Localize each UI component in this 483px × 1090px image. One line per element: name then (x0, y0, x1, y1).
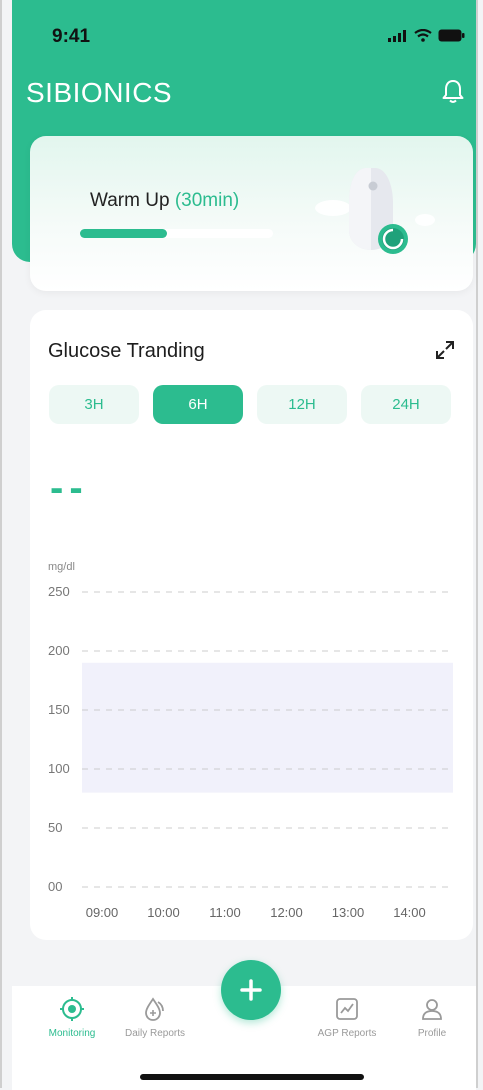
glucose-title: Glucose Tranding (48, 340, 205, 362)
x-tick-label: 12:00 (270, 905, 303, 920)
tab-6h[interactable]: 6H (153, 385, 243, 424)
expand-icon[interactable] (435, 340, 455, 365)
chart-line-icon (336, 998, 358, 1020)
target-range-band (82, 662, 453, 793)
target-icon (60, 997, 84, 1021)
x-tick-label: 09:00 (86, 905, 119, 920)
nav-item-monitoring[interactable]: Monitoring (32, 996, 112, 1039)
current-glucose-value: -- (50, 466, 89, 510)
warm-up-card: Warm Up (30min) (30, 136, 473, 291)
nav-item-daily-reports[interactable]: Daily Reports (115, 996, 195, 1039)
x-tick-label: 11:00 (209, 905, 241, 920)
add-button[interactable] (221, 960, 281, 1020)
nav-label-agp-reports: AGP Reports (317, 1028, 377, 1039)
wifi-icon (414, 29, 432, 42)
glucose-chart: mg/dl 250 200 150 100 50 00 09:00 10:00 11:00 12:0… (48, 561, 453, 920)
warm-up-text: Warm Up (90, 190, 170, 211)
y-tick-label: 50 (48, 820, 62, 835)
x-tick-label: 14:00 (393, 905, 426, 920)
tab-12h[interactable]: 12H (257, 385, 347, 424)
tab-3h[interactable]: 3H (49, 385, 139, 424)
x-tick-label: 10:00 (147, 905, 180, 920)
cellular-signal-icon (388, 29, 406, 42)
status-icons (388, 29, 465, 42)
battery-icon (438, 29, 465, 42)
app-title: SIBIONICS (26, 77, 173, 108)
time-range-tabs: 3H 6H 12H 24H (49, 385, 451, 424)
y-tick-label: 250 (48, 584, 70, 599)
warm-up-duration: (30min) (174, 190, 240, 211)
glucose-trend-card: Glucose Tranding 3H 6H 12H 24H -- mg/dl 2… (30, 310, 473, 940)
y-tick-label: 100 (48, 761, 70, 776)
plus-icon (240, 979, 262, 1001)
y-tick-label: 200 (48, 643, 70, 658)
nav-label-daily-reports: Daily Reports (124, 1028, 186, 1039)
warm-up-label: Warm Up (30min) (90, 190, 239, 212)
nav-label-profile: Profile (417, 1028, 447, 1039)
y-tick-label: 150 (48, 702, 70, 717)
home-indicator (140, 1074, 364, 1080)
user-icon (422, 999, 442, 1020)
y-tick-label: 00 (48, 879, 62, 894)
bell-icon[interactable] (441, 78, 465, 109)
y-axis-unit: mg/dl (48, 561, 75, 573)
x-tick-label: 13:00 (332, 905, 365, 920)
warm-up-progress-bar (80, 229, 273, 238)
nav-item-agp-reports[interactable]: AGP Reports (307, 996, 387, 1039)
warm-up-progress-fill (80, 229, 167, 238)
status-time: 9:41 (52, 26, 91, 47)
sensor-illustration (315, 158, 435, 273)
drop-plus-icon (145, 997, 164, 1021)
tab-24h[interactable]: 24H (361, 385, 451, 424)
nav-label-monitoring: Monitoring (48, 1028, 96, 1039)
nav-item-profile[interactable]: Profile (392, 996, 472, 1039)
